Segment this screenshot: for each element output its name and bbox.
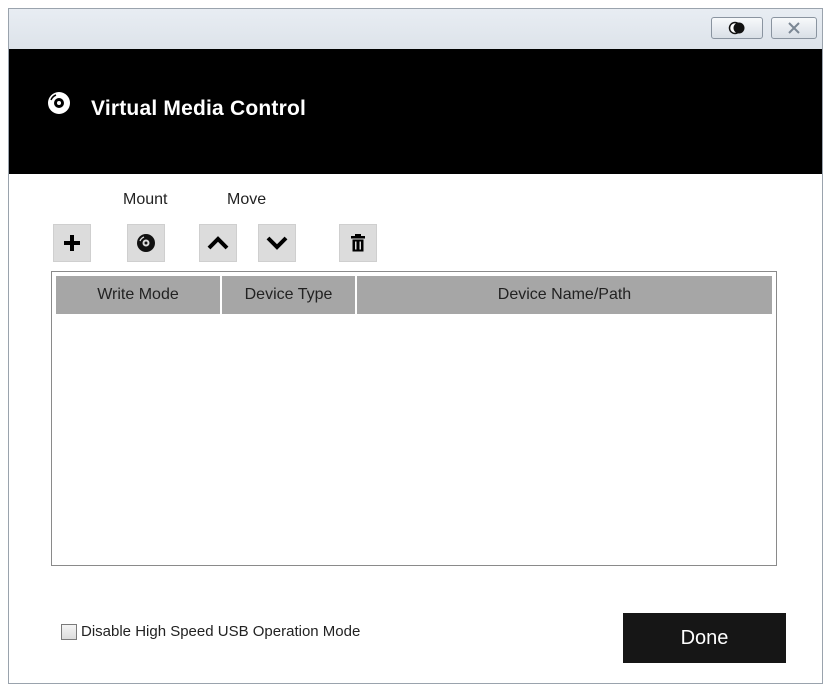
mount-button[interactable] — [127, 224, 165, 262]
done-button[interactable]: Done — [623, 613, 786, 663]
column-header-write-mode[interactable]: Write Mode — [56, 276, 222, 314]
dialog-header: Virtual Media Control — [9, 49, 822, 174]
device-table-header: Write Mode Device Type Device Name/Path — [56, 276, 772, 314]
mount-disc-icon — [137, 234, 155, 252]
window-titlebar — [9, 9, 822, 49]
disable-high-speed-usb-checkbox[interactable] — [61, 623, 77, 640]
theme-toggle-button[interactable] — [711, 17, 763, 39]
trash-icon — [351, 234, 365, 252]
column-header-device-name-path[interactable]: Device Name/Path — [357, 276, 772, 314]
move-down-button[interactable] — [258, 224, 296, 262]
plus-icon — [64, 235, 80, 251]
disc-icon — [48, 92, 70, 114]
theme-toggle-icon — [728, 21, 745, 35]
virtual-media-dialog: Virtual Media Control Mount Move Write M… — [8, 8, 823, 684]
chevron-up-icon — [207, 236, 229, 250]
chevron-down-icon — [266, 236, 288, 250]
move-group-label: Move — [227, 191, 267, 208]
column-header-device-type[interactable]: Device Type — [222, 276, 357, 314]
delete-device-button[interactable] — [339, 224, 377, 262]
mount-group-label: Mount — [123, 191, 168, 208]
move-up-button[interactable] — [199, 224, 237, 262]
close-button[interactable] — [771, 17, 817, 39]
add-device-button[interactable] — [53, 224, 91, 262]
high-speed-usb-option[interactable]: Disable High Speed USB Operation Mode — [61, 623, 360, 640]
disable-high-speed-usb-label[interactable]: Disable High Speed USB Operation Mode — [81, 623, 360, 640]
dialog-title: Virtual Media Control — [91, 97, 306, 120]
close-icon — [788, 22, 800, 34]
device-table[interactable]: Write Mode Device Type Device Name/Path — [51, 271, 777, 566]
